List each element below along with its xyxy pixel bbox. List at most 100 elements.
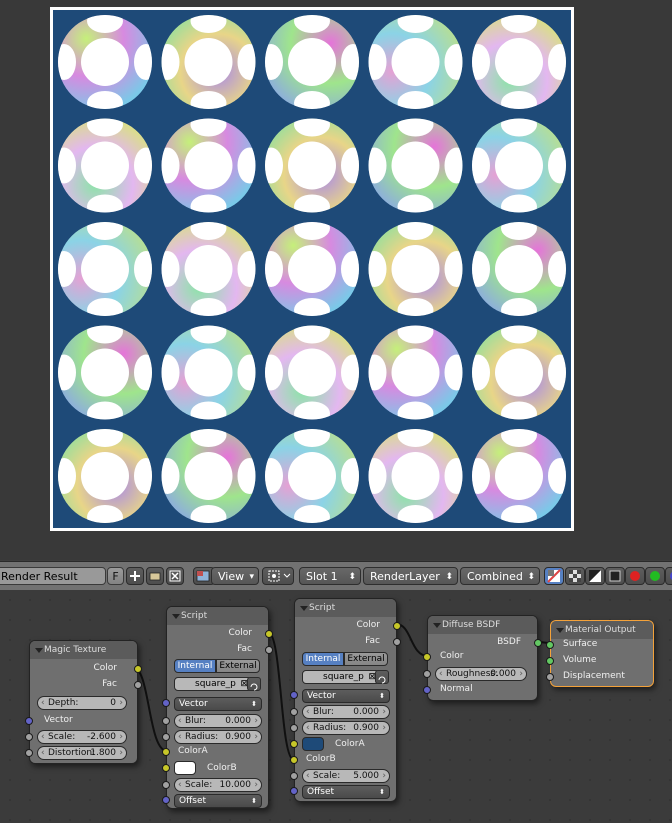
slot-menu[interactable]: Slot 1 ⬍ [299,567,361,585]
script2-internal-toggle[interactable]: Internal [302,652,344,666]
pivot-icon[interactable] [262,567,294,585]
magic-texture-node[interactable]: Magic Texture Color Fac Depth: 0 Vector S… [25,640,142,764]
script2-colora-swatch[interactable] [302,737,324,751]
script1-out-color-socket[interactable] [265,630,273,638]
script1-offset-menu[interactable]: Offset ⬍ [174,794,262,808]
magic-texture-title[interactable]: Magic Texture [30,641,137,659]
diffuse-bsdf-node[interactable]: Diffuse BSDF BSDF Color Roughness:0.000 … [423,615,542,701]
script2-radius-field[interactable]: Radius: 0.900 [302,721,390,735]
magic-in-scale-socket[interactable] [25,733,33,741]
diffuse-in-roughness-socket[interactable] [423,670,431,678]
rgb-alpha-icon[interactable] [544,567,564,585]
magic-in-distortion-socket[interactable] [25,749,33,757]
unlink-icon[interactable] [166,567,184,585]
script2-in-scale-socket[interactable] [290,772,298,780]
script1-out-fac-label: Fac [237,644,252,654]
new-image-icon[interactable] [126,567,144,585]
script1-in-vector-socket[interactable] [162,699,170,707]
script1-radius-field[interactable]: Radius: 0.900 [174,730,262,744]
alpha-icon[interactable] [585,567,605,585]
green-channel-icon[interactable] [645,567,665,585]
script2-offset-menu[interactable]: Offset ⬍ [302,785,390,799]
magic-distortion-label: Distortion: [48,748,96,758]
diffuse-out-bsdf-socket[interactable] [534,639,542,647]
magic-scale-field[interactable]: Scale: -2.600 [37,730,127,744]
output-title[interactable]: Material Output [551,621,653,639]
output-in-displacement-socket[interactable] [546,673,554,681]
script1-external-toggle[interactable]: External [216,659,260,673]
script-node-1[interactable]: Script Color Fac Internal External squar… [162,606,273,809]
script1-in-colorb-socket[interactable] [162,764,170,772]
material-output-node[interactable]: Material Output Surface Volume Displacem… [546,620,654,687]
magic-depth-label: Depth: [48,698,79,708]
diffuse-title[interactable]: Diffuse BSDF [428,616,537,634]
script2-out-fac-socket[interactable] [393,638,401,646]
script-node-2[interactable]: Script Color Fac Internal External squar… [290,598,401,802]
script1-offset-label: Offset [179,796,207,806]
script2-scale-label: Scale: [313,771,341,781]
script2-in-colorb-socket[interactable] [290,756,298,764]
magic-distortion-field[interactable]: Distortion:1.800 [37,746,127,760]
script2-in-blur-socket[interactable] [290,708,298,716]
script1-in-radius-socket[interactable] [162,733,170,741]
script1-in-colora-socket[interactable] [162,748,170,756]
magic-scale-label: Scale: [48,732,76,742]
script1-scale-field[interactable]: Scale: 10.000 [174,778,262,792]
image-name-text: Render Result [1,570,78,583]
magic-distortion-value: 1.800 [90,748,116,758]
script1-blur-field[interactable]: Blur: 0.000 [174,714,262,728]
fake-user-button[interactable]: F [107,567,124,585]
script1-reload-icon[interactable] [247,677,261,691]
image-editor-header: Render Result F View ▾ Slot 1 ⬍ RenderLaye… [0,561,672,591]
render-pass-menu[interactable]: Combined ⬍ [460,567,540,585]
script1-title[interactable]: Script [167,607,268,625]
script2-title[interactable]: Script [295,599,396,617]
diffuse-in-normal-socket[interactable] [423,686,431,694]
script2-vector-label: Vector [307,691,336,701]
script2-blur-field[interactable]: Blur: 0.000 [302,705,390,719]
open-folder-icon[interactable] [146,567,164,585]
script2-file-field[interactable]: square_p ⊠ [302,670,380,684]
script2-external-toggle[interactable]: External [344,652,388,666]
script2-in-offset-socket[interactable] [290,787,298,795]
output-in-surface-socket[interactable] [546,641,554,649]
red-channel-icon[interactable] [625,567,645,585]
script2-in-colora-socket[interactable] [290,740,298,748]
image-name-field[interactable]: Render Result [0,567,106,585]
magic-in-vector-label: Vector [44,715,73,725]
node-editor: Magic Texture Color Fac Depth: 0 Vector S… [0,590,672,823]
output-in-volume-socket[interactable] [546,657,554,665]
script2-radius-label: Radius: [313,723,347,733]
magic-out-color-socket[interactable] [134,665,142,673]
script1-in-blur-socket[interactable] [162,717,170,725]
script2-in-vector-socket[interactable] [290,691,298,699]
script1-in-offset-socket[interactable] [162,796,170,804]
script2-reload-icon[interactable] [375,670,389,684]
script2-scale-field[interactable]: Scale: 5.000 [302,769,390,783]
diffuse-roughness-field[interactable]: Roughness:0.000 [435,667,527,681]
script1-in-scale-socket[interactable] [162,781,170,789]
magic-depth-field[interactable]: Depth: 0 [37,696,127,710]
script1-scale-value: 10.000 [219,780,252,790]
script2-offset-label: Offset [307,787,335,797]
checker-icon[interactable] [565,567,585,585]
magic-out-fac-socket[interactable] [134,681,142,689]
script1-file-field[interactable]: square_p ⊠ [174,677,252,691]
diffuse-in-color-socket[interactable] [423,653,431,661]
view-menu[interactable]: View ▾ [211,567,259,585]
script2-vector-menu[interactable]: Vector ⬍ [302,689,390,703]
z-buffer-icon[interactable] [605,567,625,585]
script2-out-color-socket[interactable] [393,622,401,630]
script1-colorb-swatch[interactable] [174,761,196,775]
script2-file-name: square_p [323,672,364,682]
render-layer-menu[interactable]: RenderLayer ⬍ [363,567,458,585]
script1-vector-menu[interactable]: Vector ⬍ [174,697,262,711]
script1-radius-label: Radius: [185,732,219,742]
magic-in-vector-socket[interactable] [25,717,33,725]
script2-in-radius-socket[interactable] [290,724,298,732]
script1-internal-toggle[interactable]: Internal [174,659,216,673]
script2-out-color-label: Color [356,620,381,630]
script1-out-color-label: Color [228,628,253,638]
blue-channel-icon[interactable] [665,567,672,585]
script1-out-fac-socket[interactable] [265,646,273,654]
